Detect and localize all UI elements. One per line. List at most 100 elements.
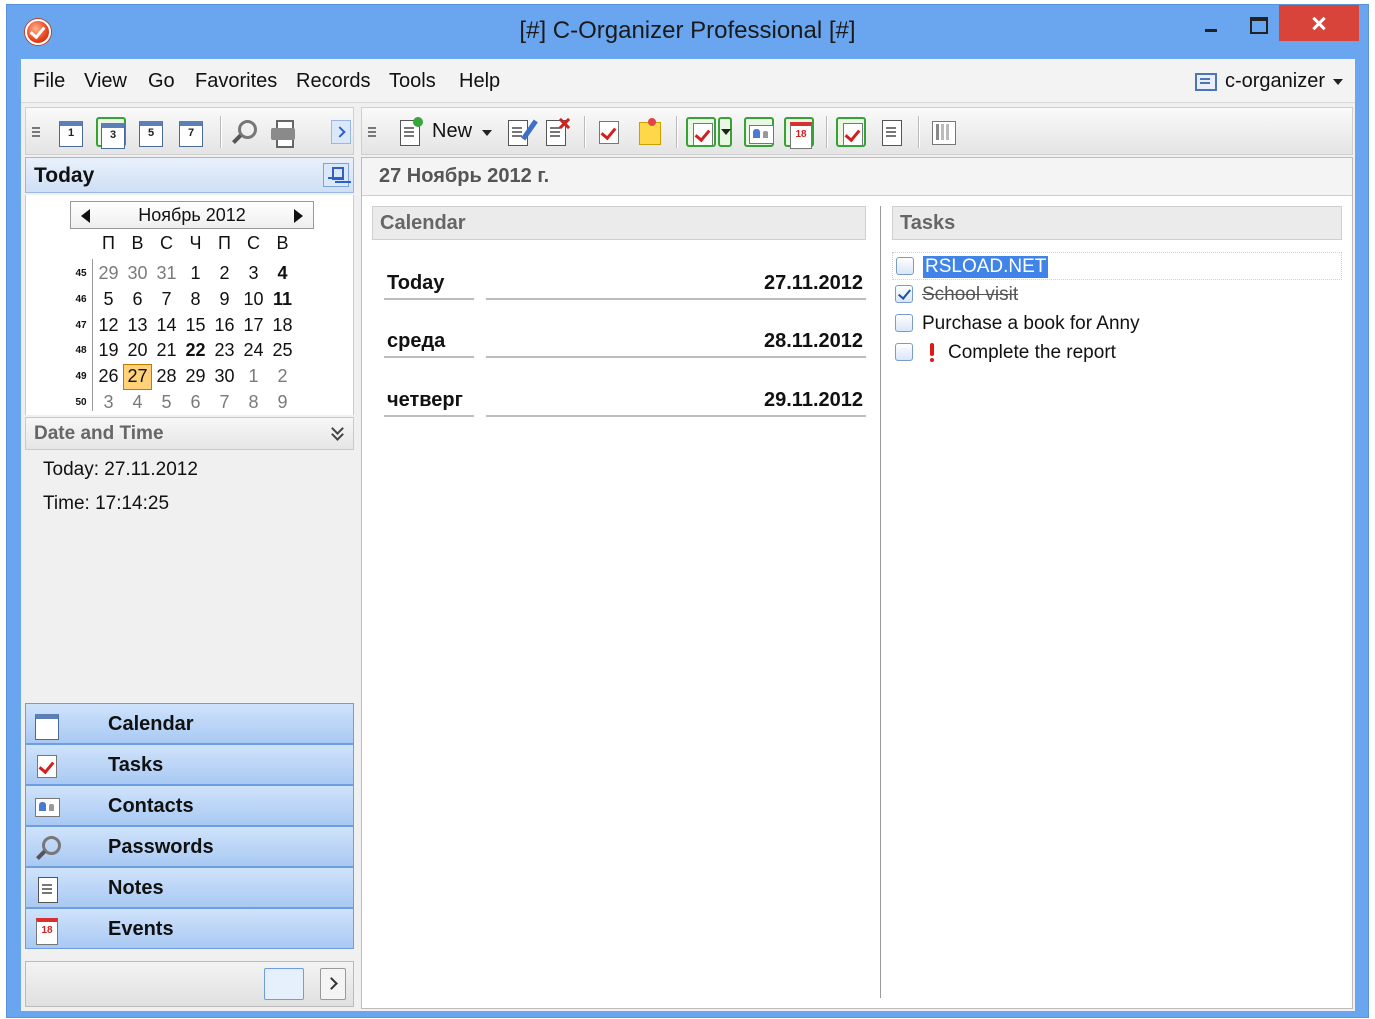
calendar-day[interactable]: 2 (210, 261, 239, 287)
day-row-today[interactable]: Today 27.11.2012 (384, 264, 866, 300)
menu-favorites[interactable]: Favorites (195, 70, 277, 93)
calendar-day[interactable]: 7 (152, 287, 181, 313)
nav-notes[interactable]: Notes (25, 867, 354, 908)
calendar-day[interactable]: 2 (268, 364, 297, 390)
task-item[interactable]: Complete the report (892, 339, 1342, 367)
menu-help[interactable]: Help (459, 70, 500, 93)
calendar-day[interactable]: 22 (181, 338, 210, 364)
calendar-day[interactable]: 6 (181, 390, 210, 416)
profile-selector[interactable]: c-organizer (1194, 70, 1343, 93)
events-view-icon[interactable]: 18 (784, 117, 814, 149)
task-list-icon[interactable] (594, 117, 624, 147)
calendar-day[interactable]: 6 (123, 287, 152, 313)
calendar-day[interactable]: 1 (239, 364, 268, 390)
calendar-day[interactable]: 20 (123, 338, 152, 364)
tasks-view-dropdown[interactable] (718, 117, 732, 147)
calendar-day[interactable]: 3 (239, 261, 268, 287)
calendar-day[interactable]: 30 (210, 364, 239, 390)
nav-overflow-icon[interactable] (320, 968, 346, 1000)
maximize-button[interactable] (1235, 5, 1281, 41)
task-item[interactable]: School visit (892, 281, 1342, 309)
nav-tasks[interactable]: Tasks (25, 744, 354, 785)
calendar-day[interactable]: 14 (152, 313, 181, 339)
calendar-day[interactable]: 4 (123, 390, 152, 416)
calendar-day[interactable]: 15 (181, 313, 210, 339)
calendar-day[interactable]: 30 (123, 261, 152, 287)
calendar-day[interactable]: 25 (268, 338, 297, 364)
search-icon[interactable] (228, 117, 258, 147)
reminder-icon[interactable] (836, 117, 866, 147)
calendar-day[interactable]: 9 (268, 390, 297, 416)
task-item[interactable]: Purchase a book for Anny (892, 310, 1342, 338)
day-row-thursday[interactable]: четверг 29.11.2012 (384, 381, 866, 417)
task-checkbox[interactable] (896, 257, 914, 275)
minimize-button[interactable] (1189, 5, 1235, 41)
calendar-day[interactable]: 29 (181, 364, 210, 390)
menu-view[interactable]: View (84, 70, 127, 93)
task-checkbox[interactable] (895, 314, 913, 332)
calendar-day[interactable]: 8 (239, 390, 268, 416)
calendar-day[interactable]: 17 (239, 313, 268, 339)
calendar-day[interactable]: 9 (210, 287, 239, 313)
task-item[interactable]: RSLOAD.NET (892, 252, 1342, 280)
nav-calendar[interactable]: Calendar (25, 703, 354, 744)
calendar-day-selected[interactable]: 27 (123, 364, 152, 390)
calendar-3day-icon[interactable]: 3 (96, 117, 126, 149)
calendar-day[interactable]: 31 (152, 261, 181, 287)
nav-contacts[interactable]: Contacts (25, 785, 354, 826)
calendar-day[interactable]: 19 (94, 338, 123, 364)
calendar-day[interactable]: 4 (268, 261, 297, 287)
nav-events[interactable]: 18 Events (25, 908, 354, 949)
calendar-day-icon[interactable]: 1 (56, 117, 86, 147)
calendar-day[interactable]: 16 (210, 313, 239, 339)
calendar-day[interactable]: 5 (152, 390, 181, 416)
calendar-day[interactable]: 8 (181, 287, 210, 313)
menu-tools[interactable]: Tools (389, 70, 436, 93)
menu-go[interactable]: Go (148, 70, 175, 93)
calendar-day[interactable]: 24 (239, 338, 268, 364)
delete-record-icon[interactable] (540, 117, 570, 147)
calendar-day[interactable]: 26 (94, 364, 123, 390)
collapse-chevron-icon[interactable] (331, 424, 343, 442)
new-button[interactable]: New (432, 120, 472, 143)
calendar-day[interactable]: 3 (94, 390, 123, 416)
sticky-note-icon[interactable] (634, 117, 664, 147)
close-button[interactable] (1279, 5, 1359, 41)
tasks-view-icon[interactable] (686, 117, 716, 147)
day-row-wednesday[interactable]: среда 28.11.2012 (384, 322, 866, 358)
calendar-week-icon[interactable]: 7 (176, 117, 206, 147)
calendar-day[interactable]: 11 (268, 287, 297, 313)
calendar-day[interactable]: 23 (210, 338, 239, 364)
toolbar-grip-icon[interactable] (32, 127, 40, 137)
column-splitter[interactable] (880, 206, 881, 998)
calendar-day[interactable]: 29 (94, 261, 123, 287)
pin-icon[interactable] (323, 163, 349, 187)
calendar-day[interactable]: 28 (152, 364, 181, 390)
menu-file[interactable]: File (33, 70, 65, 93)
calendar-day[interactable]: 12 (94, 313, 123, 339)
new-record-icon[interactable] (394, 117, 424, 147)
toolbar-overflow-icon[interactable] (331, 120, 351, 144)
columns-icon[interactable] (928, 117, 958, 147)
calendar-5day-icon[interactable]: 5 (136, 117, 166, 147)
calendar-day[interactable]: 18 (268, 313, 297, 339)
edit-record-icon[interactable] (502, 117, 538, 147)
nav-passwords[interactable]: Passwords (25, 826, 354, 867)
calendar-options-icon[interactable] (264, 968, 304, 1000)
next-month-icon[interactable] (294, 209, 303, 223)
toolbar-grip-icon[interactable] (368, 127, 376, 137)
title-bar[interactable]: [#] C-Organizer Professional [#] (7, 5, 1368, 59)
calendar-day[interactable]: 5 (94, 287, 123, 313)
calendar-day[interactable]: 21 (152, 338, 181, 364)
month-label[interactable]: Ноябрь 2012 (71, 205, 313, 226)
chevron-down-icon[interactable] (482, 130, 492, 136)
calendar-day[interactable]: 1 (181, 261, 210, 287)
print-icon[interactable] (268, 117, 298, 148)
menu-records[interactable]: Records (296, 70, 370, 93)
calendar-day[interactable]: 10 (239, 287, 268, 313)
date-time-header[interactable]: Date and Time (25, 417, 354, 450)
calendar-day[interactable]: 13 (123, 313, 152, 339)
task-checkbox[interactable] (895, 343, 913, 361)
contacts-view-icon[interactable] (744, 117, 774, 147)
task-checkbox[interactable] (895, 285, 913, 303)
